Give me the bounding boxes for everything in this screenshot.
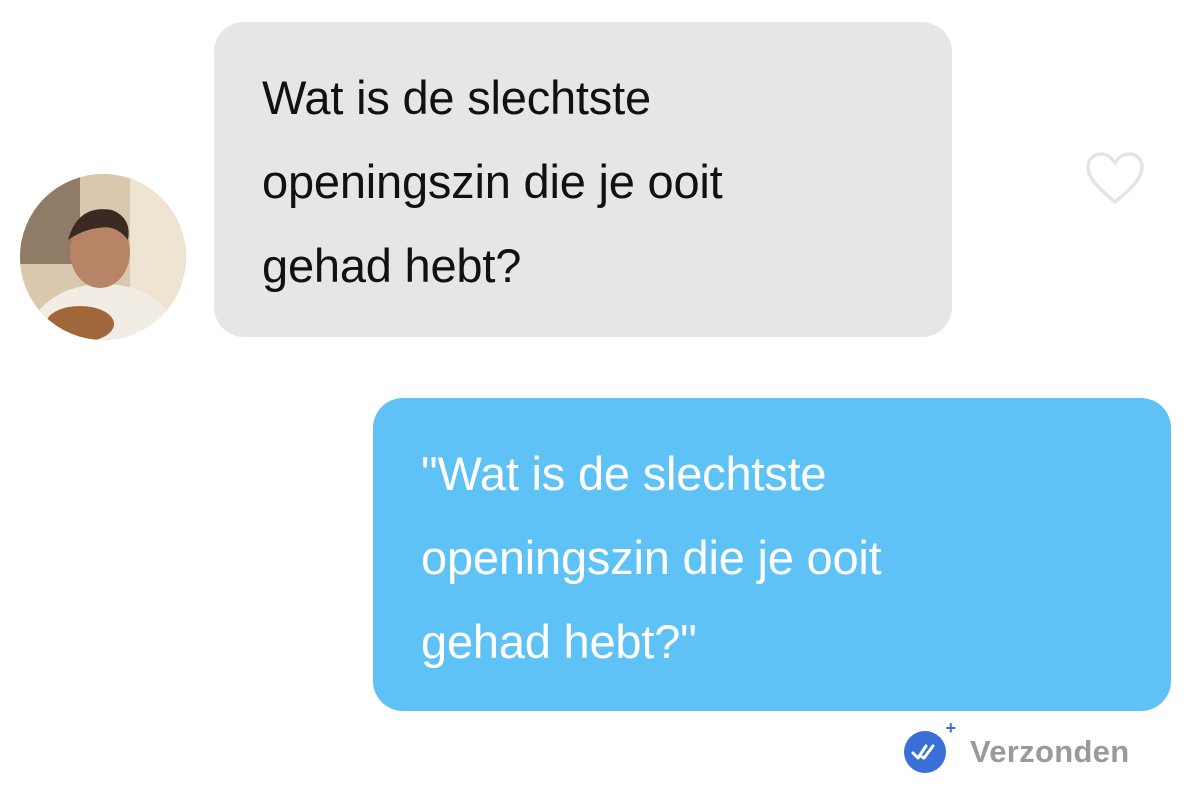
message-line: openingszin die je ooit: [262, 155, 723, 208]
message-line: "Wat is de slechtste: [421, 447, 827, 500]
plus-icon: +: [945, 718, 956, 738]
incoming-message-bubble[interactable]: Wat is de slechtste openingszin die je o…: [214, 22, 952, 337]
heart-outline-icon[interactable]: [1084, 150, 1146, 206]
message-line: gehad hebt?: [262, 239, 522, 292]
message-line: gehad hebt?": [421, 615, 697, 668]
avatar-photo: [20, 174, 186, 340]
message-line: openingszin die je ooit: [421, 531, 882, 584]
message-status: + Verzonden: [904, 719, 1130, 780]
avatar[interactable]: [20, 174, 186, 340]
double-check-icon: +: [904, 719, 956, 773]
chat-thread: Wat is de slechtste openingszin die je o…: [0, 0, 1200, 793]
message-line: Wat is de slechtste: [262, 71, 651, 124]
status-label: Verzonden: [970, 734, 1130, 769]
outgoing-message-bubble[interactable]: "Wat is de slechtste openingszin die je …: [373, 398, 1171, 711]
